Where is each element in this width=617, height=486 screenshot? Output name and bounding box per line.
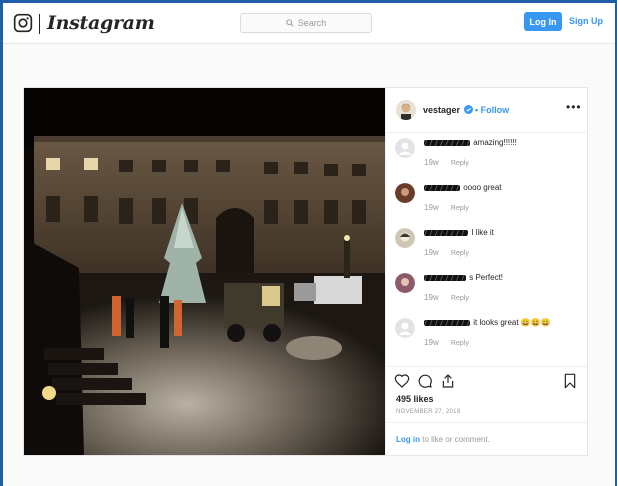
post-date: NOVEMBER 27, 2018 [396,409,461,415]
redacted-username [424,274,466,281]
redacted-username [424,229,468,236]
camera-icon[interactable] [13,13,33,33]
window-frame-left [0,0,3,486]
follow-label: Follow [480,105,510,115]
reply-button[interactable]: Reply [451,295,469,302]
comment-meta: 19w Reply [424,293,469,302]
reply-button[interactable]: Reply [451,250,469,257]
post-card: vestager • Follow ••• amazing!!!!!! 19w … [23,87,588,456]
share-icon[interactable] [440,373,456,389]
post-image[interactable] [24,88,385,455]
signup-link[interactable]: Sign Up [569,16,603,26]
comment-text: it looks great 😀😀😀 [424,318,551,327]
redacted-username [424,319,470,326]
search-icon [286,19,294,27]
comment-text: amazing!!!!!! [424,138,517,147]
commenter-avatar[interactable] [395,183,415,203]
login-prompt: Log in to like or comment. [386,422,588,457]
follow-separator: • [475,105,479,115]
logo-divider [39,14,40,34]
comment-body: oooo great [463,183,502,192]
likes-count[interactable]: 495 likes [396,394,434,404]
comment-time: 19w [424,248,439,257]
comment-meta: 19w Reply [424,338,469,347]
comment-text: I like it [424,228,494,237]
reply-button[interactable]: Reply [451,340,469,347]
bookmark-icon[interactable] [562,373,578,389]
comment-body: s Perfect! [469,273,504,282]
comment-meta: 19w Reply [424,203,469,212]
follow-button[interactable]: • Follow [475,105,509,115]
comment-body: I like it [471,228,494,237]
comment-item: oooo great 19w Reply [386,177,588,222]
reply-button[interactable]: Reply [451,160,469,167]
comment-time: 19w [424,338,439,347]
comment-time: 19w [424,203,439,212]
reply-button[interactable]: Reply [451,205,469,212]
heart-icon[interactable] [394,373,410,389]
comment-item: s Perfect! 19w Reply [386,267,588,312]
commenter-avatar[interactable] [395,318,415,338]
post-actions: 495 likes NOVEMBER 27, 2018 Log in to li… [386,366,588,456]
commenter-avatar[interactable] [395,273,415,293]
night-courtyard-photo [24,88,385,455]
comment-meta: 19w Reply [424,158,469,167]
instagram-logo[interactable]: Instagram [47,12,155,34]
redacted-username [424,184,460,191]
post-header: vestager • Follow ••• [386,88,588,133]
login-link[interactable]: Log in [396,435,420,444]
comment-item: it looks great 😀😀😀 19w Reply [386,312,588,357]
comment-time: 19w [424,293,439,302]
comment-item: I like it 19w Reply [386,222,588,267]
author-avatar[interactable] [396,100,416,120]
more-options-icon[interactable]: ••• [566,100,582,114]
comment-text: s Perfect! [424,273,503,282]
comment-meta: 19w Reply [424,248,469,257]
post-sidebar: vestager • Follow ••• amazing!!!!!! 19w … [385,88,588,455]
redacted-username [424,139,470,146]
comment-body: it looks great 😀😀😀 [473,318,551,327]
comment-icon[interactable] [417,373,433,389]
search-placeholder: Search [297,18,327,28]
comment-body: amazing!!!!!! [473,138,517,147]
top-nav: Instagram Search Log In Sign Up [3,3,615,44]
login-prompt-text: Log in to like or comment. [396,435,490,444]
comment-text: oooo great [424,183,502,192]
comment-item: amazing!!!!!! 19w Reply [386,132,588,177]
commenter-avatar[interactable] [395,138,415,158]
verified-icon [464,105,473,114]
login-button[interactable]: Log In [524,12,562,31]
search-input[interactable]: Search [240,13,372,33]
login-suffix: to like or comment. [420,435,490,444]
comment-time: 19w [424,158,439,167]
author-username[interactable]: vestager [423,105,460,115]
commenter-avatar[interactable] [395,228,415,248]
